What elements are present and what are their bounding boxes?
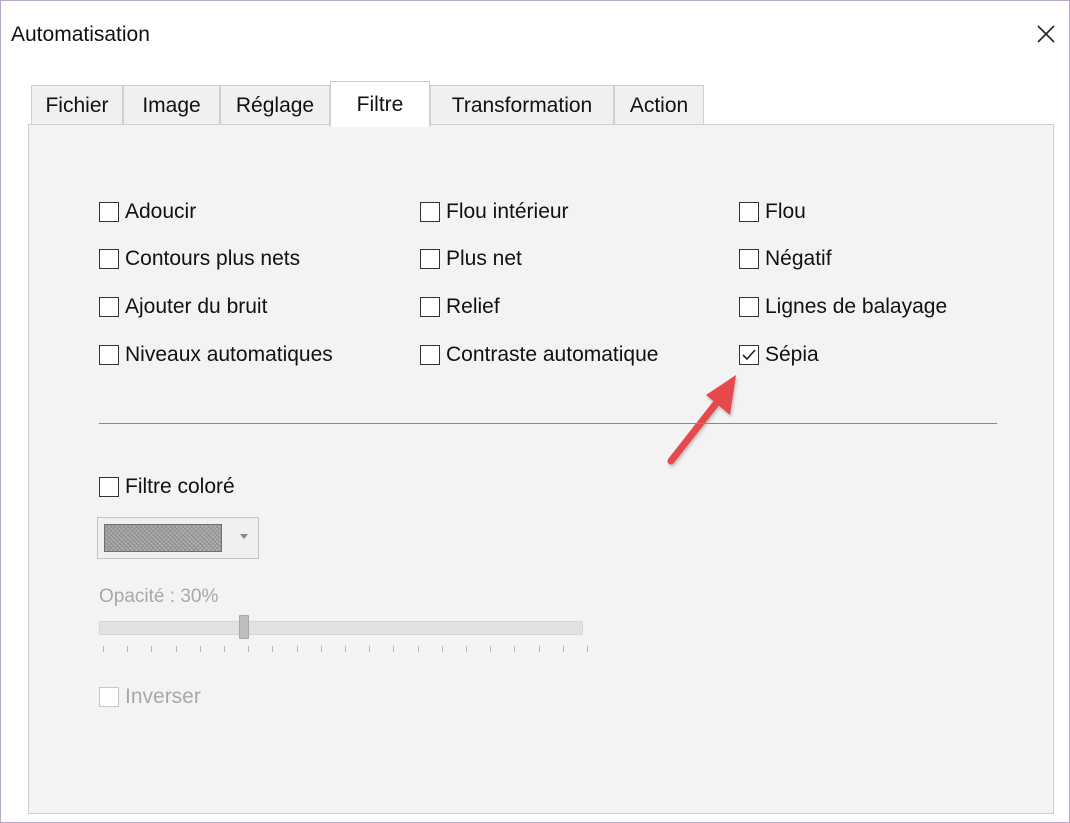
checkbox-box[interactable] — [420, 249, 440, 269]
checkbox-inverser[interactable]: Inverser — [99, 685, 201, 709]
checkbox-label: Sépia — [765, 343, 819, 366]
tab-label: Fichier — [45, 93, 109, 117]
slider-tick — [538, 646, 540, 652]
dialog-title: Automatisation — [11, 23, 150, 46]
automation-dialog: Automatisation Fichier Image Réglage Fil… — [0, 0, 1070, 823]
checkbox-label: Inverser — [125, 685, 201, 708]
checkbox-negatif[interactable]: Négatif — [739, 247, 832, 271]
tab-filtre[interactable]: Filtre — [330, 81, 430, 127]
slider-tick — [466, 646, 467, 652]
tab-image[interactable]: Image — [123, 85, 220, 125]
checkbox-ajouter-du-bruit[interactable]: Ajouter du bruit — [99, 295, 267, 319]
chevron-down-icon — [240, 534, 248, 539]
slider-tick — [514, 646, 516, 652]
tab-transformation[interactable]: Transformation — [430, 85, 614, 125]
checkbox-adoucir[interactable]: Adoucir — [99, 200, 196, 224]
checkbox-label: Niveaux automatiques — [125, 343, 333, 366]
slider-tick — [224, 646, 225, 652]
checkbox-box[interactable] — [99, 345, 119, 365]
checkbox-label: Flou — [765, 200, 806, 223]
filter-panel — [28, 124, 1054, 814]
slider-tick — [345, 646, 346, 652]
slider-tick — [151, 646, 153, 652]
slider-tick — [490, 646, 492, 652]
slider-tick — [248, 646, 250, 652]
color-picker-dropdown[interactable] — [97, 517, 259, 559]
checkbox-flou[interactable]: Flou — [739, 200, 806, 224]
checkbox-contraste-automatique[interactable]: Contraste automatique — [420, 343, 658, 367]
tab-label: Filtre — [356, 92, 404, 116]
checkbox-box[interactable] — [739, 297, 759, 317]
tab-label: Image — [142, 93, 201, 117]
slider-tick — [441, 646, 443, 652]
checkbox-box[interactable] — [739, 249, 759, 269]
checkbox-flou-interieur[interactable]: Flou intérieur — [420, 200, 569, 224]
tab-strip: Fichier Image Réglage Filtre Transformat… — [31, 81, 711, 127]
opacity-slider-track[interactable] — [99, 621, 583, 635]
checkbox-contours-plus-nets[interactable]: Contours plus nets — [99, 247, 300, 271]
checkbox-label: Lignes de balayage — [765, 295, 948, 318]
slider-tick — [562, 646, 564, 652]
checkbox-label: Plus net — [446, 247, 522, 270]
checkbox-box[interactable] — [420, 202, 440, 222]
slider-ticks — [99, 646, 588, 656]
checkbox-box[interactable] — [739, 202, 759, 222]
checkbox-box[interactable] — [99, 477, 119, 497]
checkbox-niveaux-automatiques[interactable]: Niveaux automatiques — [99, 343, 333, 367]
slider-tick — [272, 646, 274, 652]
tab-fichier[interactable]: Fichier — [31, 85, 123, 125]
opacity-slider-thumb[interactable] — [239, 615, 250, 639]
tab-label: Action — [629, 93, 689, 117]
slider-tick — [103, 646, 104, 652]
checkbox-lignes-de-balayage[interactable]: Lignes de balayage — [739, 295, 947, 319]
opacity-label: Opacité : 30% — [99, 586, 219, 607]
close-button[interactable] — [1031, 19, 1061, 49]
red-arrow-annotation — [667, 375, 736, 465]
checkbox-box[interactable] — [99, 297, 119, 317]
slider-tick — [127, 646, 129, 652]
tab-label: Transformation — [451, 93, 593, 117]
checkbox-box[interactable] — [420, 345, 440, 365]
tab-action[interactable]: Action — [614, 85, 704, 125]
checkbox-filtre-colore[interactable]: Filtre coloré — [99, 475, 235, 499]
color-swatch — [104, 524, 222, 552]
slider-tick — [393, 646, 395, 652]
title-bar[interactable]: Automatisation — [1, 1, 1069, 61]
checkbox-label: Ajouter du bruit — [125, 295, 268, 318]
tab-reglage[interactable]: Réglage — [220, 85, 330, 125]
checkbox-label: Relief — [446, 295, 500, 318]
slider-tick — [320, 646, 322, 652]
slider-tick — [296, 646, 298, 652]
checkbox-label: Flou intérieur — [446, 200, 569, 223]
checkbox-box[interactable] — [99, 249, 119, 269]
checkbox-relief[interactable]: Relief — [420, 295, 500, 319]
checkbox-plus-net[interactable]: Plus net — [420, 247, 522, 271]
slider-tick — [417, 646, 419, 652]
section-divider — [99, 423, 997, 424]
slider-tick — [587, 646, 588, 652]
checkbox-label: Négatif — [765, 247, 832, 270]
checkbox-box[interactable] — [99, 202, 119, 222]
checkbox-box[interactable] — [420, 297, 440, 317]
slider-tick — [199, 646, 201, 652]
checkbox-box[interactable] — [99, 687, 119, 707]
slider-tick — [369, 646, 371, 652]
checkbox-label: Adoucir — [125, 200, 197, 223]
checkbox-label: Filtre coloré — [125, 475, 235, 498]
checkbox-label: Contours plus nets — [125, 247, 301, 270]
slider-tick — [175, 646, 177, 652]
checkbox-label: Contraste automatique — [446, 343, 659, 366]
close-icon — [1037, 25, 1055, 43]
tab-label: Réglage — [235, 93, 315, 117]
